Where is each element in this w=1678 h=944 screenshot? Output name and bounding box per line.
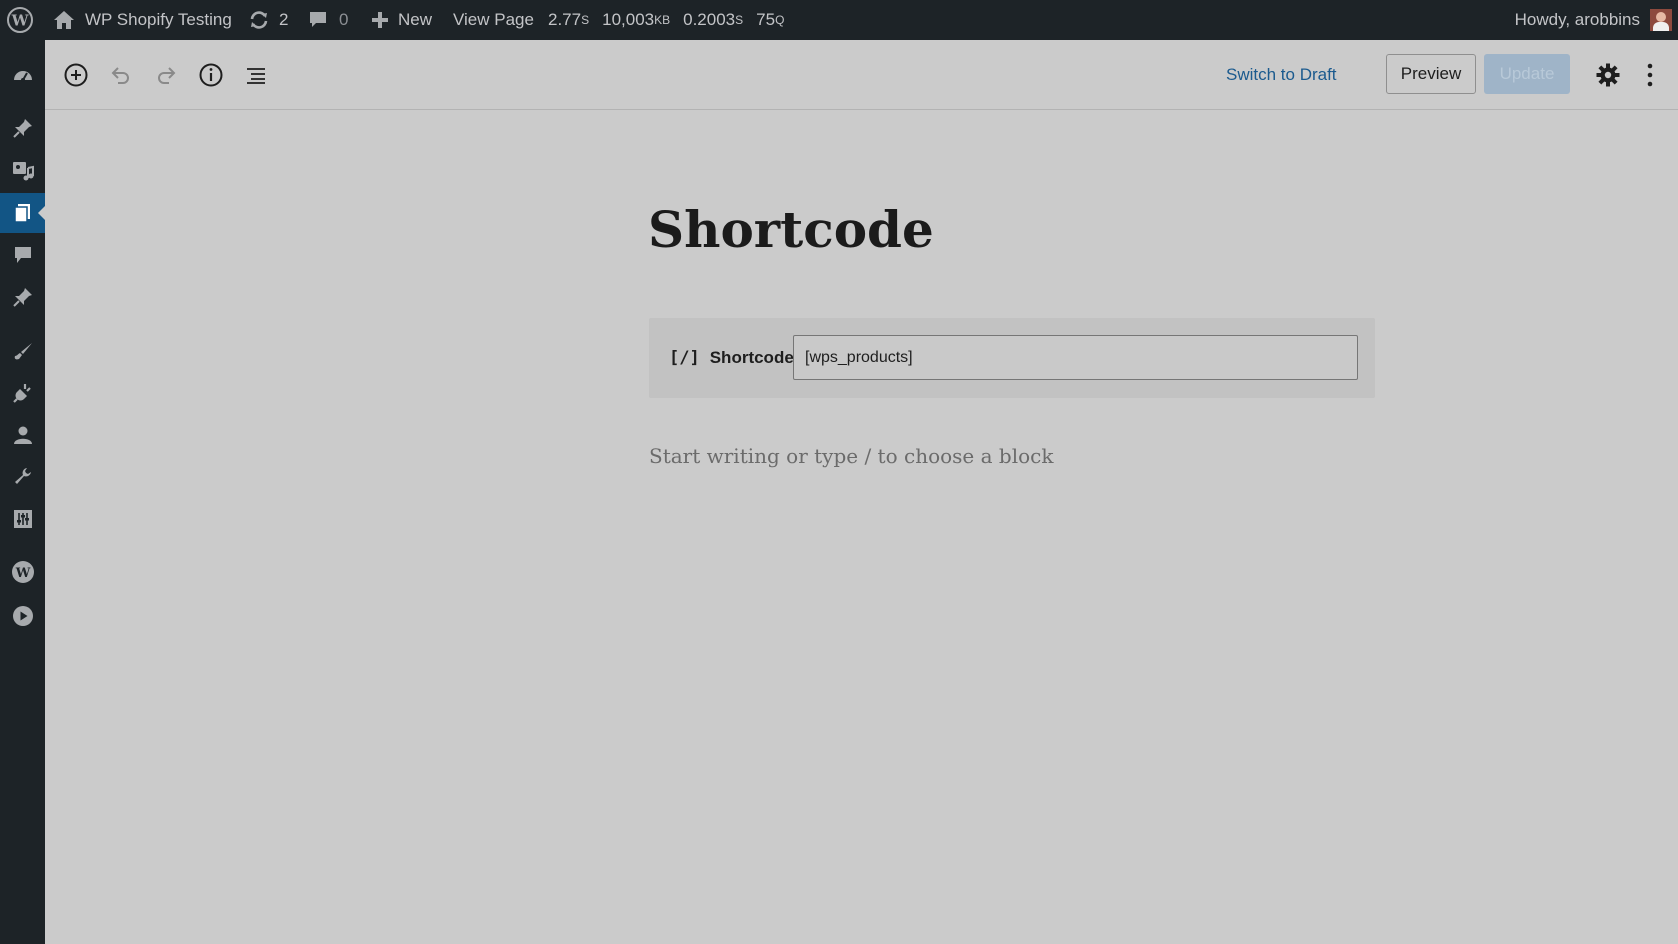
pin-icon[interactable] bbox=[0, 277, 45, 317]
memory-usage: 10,003 bbox=[602, 10, 655, 29]
shortcode-block-label: [/] Shortcode bbox=[669, 318, 794, 398]
admin-bar: W WP Shopify Testing 2 0 New View Page 2… bbox=[0, 0, 1678, 40]
account-menu[interactable]: Howdy, arobbins bbox=[1515, 0, 1672, 40]
pages-icon[interactable] bbox=[0, 193, 45, 233]
view-page-label: View Page bbox=[453, 10, 534, 29]
svg-text:W: W bbox=[14, 566, 30, 581]
updates-link[interactable]: 2 bbox=[248, 0, 288, 40]
settings-sliders-icon[interactable] bbox=[0, 499, 45, 539]
users-icon[interactable] bbox=[0, 415, 45, 455]
site-name-link[interactable]: WP Shopify Testing bbox=[53, 0, 232, 40]
appearance-icon[interactable] bbox=[0, 331, 45, 371]
switch-to-draft-link[interactable]: Switch to Draft bbox=[1226, 40, 1337, 109]
query-time: 2.77 bbox=[548, 10, 582, 29]
query-count: 75 bbox=[756, 10, 776, 29]
posts-icon[interactable] bbox=[0, 108, 45, 148]
preview-button[interactable]: Preview bbox=[1386, 54, 1476, 94]
memory-unit: KB bbox=[654, 13, 671, 27]
new-content-link[interactable]: New bbox=[371, 0, 432, 40]
wordpress-icon[interactable]: W bbox=[0, 552, 45, 592]
media-icon[interactable] bbox=[0, 151, 45, 191]
add-block-icon[interactable] bbox=[59, 40, 93, 109]
info-icon[interactable] bbox=[194, 40, 228, 109]
play-icon[interactable] bbox=[0, 596, 45, 636]
greeting: Howdy, arobbins bbox=[1514, 10, 1640, 29]
update-button[interactable]: Update bbox=[1484, 54, 1570, 94]
switch-to-draft-label: Switch to Draft bbox=[1226, 64, 1337, 84]
home-icon bbox=[53, 10, 75, 30]
db-time-unit: S bbox=[735, 13, 744, 27]
query-time-unit: S bbox=[581, 13, 590, 27]
view-page-link[interactable]: View Page bbox=[453, 0, 534, 40]
post-title[interactable]: Shortcode bbox=[648, 200, 934, 259]
undo-icon[interactable] bbox=[104, 40, 138, 109]
plugins-icon[interactable] bbox=[0, 373, 45, 413]
svg-text:W: W bbox=[11, 12, 30, 30]
comments-menu-icon[interactable] bbox=[0, 235, 45, 275]
list-view-icon[interactable] bbox=[239, 40, 273, 109]
avatar bbox=[1650, 9, 1672, 31]
db-time: 0.2003 bbox=[683, 10, 736, 29]
admin-sidebar: W bbox=[0, 40, 45, 944]
query-monitor-stats[interactable]: 2.77 S 10,003 KB 0.2003 S 75 Q bbox=[548, 0, 784, 40]
settings-gear-icon[interactable] bbox=[1590, 40, 1626, 109]
new-label: New bbox=[398, 10, 433, 29]
redo-icon[interactable] bbox=[149, 40, 183, 109]
tools-icon[interactable] bbox=[0, 457, 45, 497]
plus-icon bbox=[371, 11, 389, 29]
shortcode-label: Shortcode bbox=[709, 348, 794, 367]
comments-count: 0 bbox=[339, 10, 349, 29]
site-name: WP Shopify Testing bbox=[85, 10, 232, 29]
shortcode-input[interactable] bbox=[793, 335, 1358, 380]
comment-icon bbox=[308, 10, 328, 30]
updates-count: 2 bbox=[279, 10, 289, 29]
more-options-icon[interactable] bbox=[1636, 40, 1664, 109]
editor-toolbar: Switch to Draft Preview Update bbox=[45, 40, 1678, 110]
shortcode-icon: [/] bbox=[669, 348, 700, 368]
wordpress-logo-icon[interactable]: W bbox=[6, 0, 34, 40]
block-appender-placeholder[interactable]: Start writing or type / to choose a bloc… bbox=[649, 444, 1053, 468]
shortcode-block[interactable]: [/] Shortcode bbox=[649, 318, 1375, 398]
comments-link[interactable]: 0 bbox=[308, 0, 348, 40]
preview-label: Preview bbox=[1400, 64, 1462, 83]
dashboard-icon[interactable] bbox=[0, 56, 45, 96]
updates-icon bbox=[248, 10, 270, 30]
query-count-unit: Q bbox=[775, 13, 785, 27]
update-label: Update bbox=[1499, 64, 1555, 83]
